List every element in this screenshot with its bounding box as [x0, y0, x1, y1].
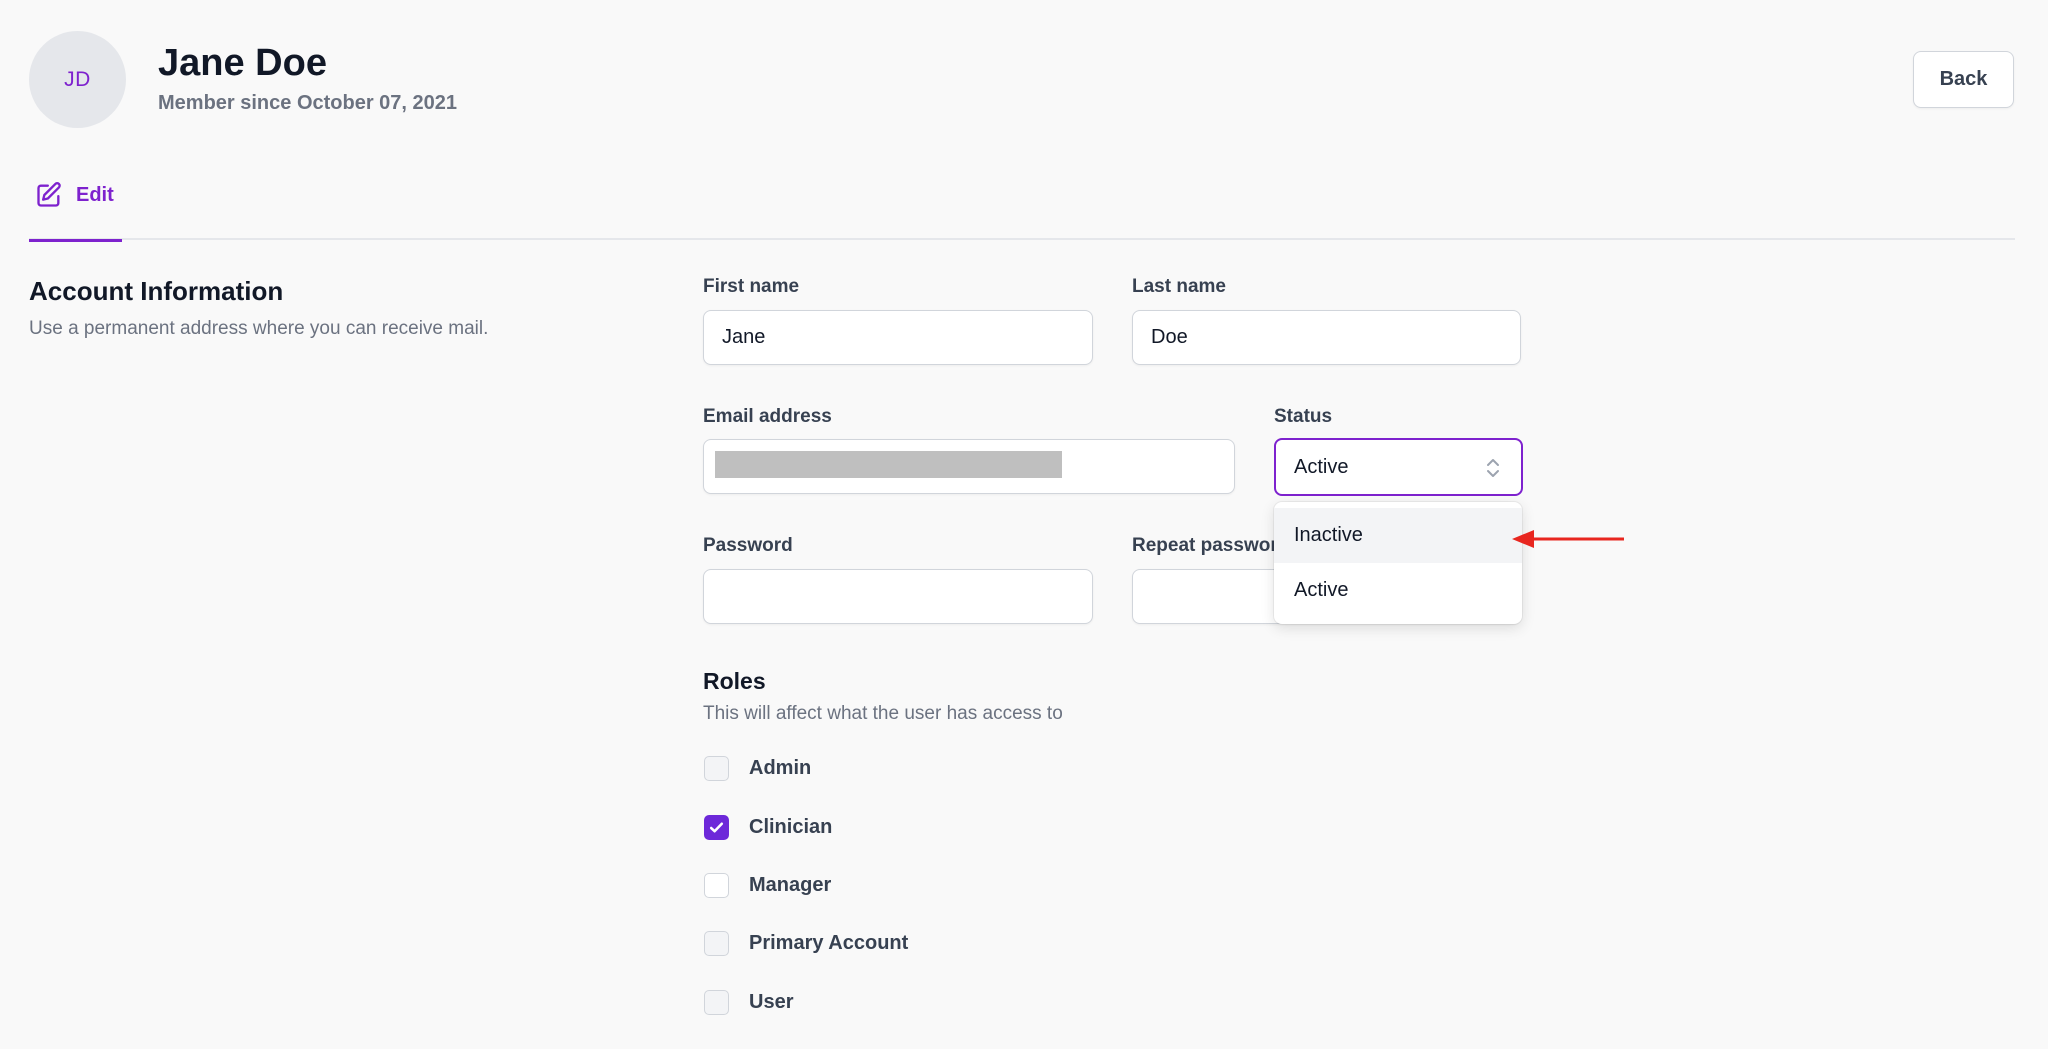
tab-edit[interactable]: Edit [29, 178, 122, 242]
avatar-initials: JD [64, 67, 91, 91]
member-since-text: Member since October 07, 2021 [158, 92, 458, 114]
status-option-active[interactable]: Active [1274, 563, 1522, 618]
role-clinician-checkbox[interactable] [704, 815, 729, 840]
roles-description: This will affect what the user has acces… [703, 703, 1063, 724]
user-edit-page: JD Jane Doe Member since October 07, 202… [0, 0, 2048, 1049]
role-primary-account[interactable]: Primary Account [704, 931, 908, 956]
pencil-square-icon [37, 182, 61, 207]
last-name-label: Last name [1132, 276, 1226, 297]
role-clinician[interactable]: Clinician [704, 815, 832, 840]
role-label: Clinician [749, 816, 833, 838]
email-label: Email address [703, 406, 832, 427]
status-select[interactable]: Active [1274, 438, 1523, 496]
repeat-password-label: Repeat password [1132, 535, 1290, 556]
tabs-divider [29, 238, 2015, 240]
status-selected-value: Active [1294, 455, 1349, 478]
annotation-arrow-icon [1512, 530, 1624, 548]
password-input[interactable] [703, 569, 1093, 624]
chevron-up-down-icon [1487, 459, 1499, 477]
section-title: Account Information [29, 276, 284, 306]
role-admin-checkbox[interactable] [704, 756, 729, 781]
password-label: Password [703, 535, 793, 556]
back-button[interactable]: Back [1913, 51, 2014, 108]
role-label: Admin [749, 757, 812, 779]
last-name-input[interactable] [1132, 310, 1521, 365]
first-name-input[interactable] [703, 310, 1093, 365]
status-label: Status [1274, 406, 1333, 427]
role-user[interactable]: User [704, 990, 793, 1015]
status-option-inactive[interactable]: Inactive [1274, 508, 1522, 563]
role-label: User [749, 991, 794, 1013]
role-user-checkbox[interactable] [704, 990, 729, 1015]
role-primary-account-checkbox[interactable] [704, 931, 729, 956]
role-label: Manager [749, 874, 832, 896]
avatar: JD [29, 31, 126, 128]
status-dropdown-menu: Inactive Active [1274, 502, 1522, 624]
first-name-label: First name [703, 276, 800, 297]
email-redaction [715, 451, 1062, 478]
page-title: Jane Doe [158, 42, 327, 84]
roles-title: Roles [703, 668, 766, 694]
role-manager[interactable]: Manager [704, 873, 831, 898]
section-description: Use a permanent address where you can re… [29, 318, 489, 339]
role-admin[interactable]: Admin [704, 756, 811, 781]
role-manager-checkbox[interactable] [704, 873, 729, 898]
check-icon [709, 822, 724, 833]
role-label: Primary Account [749, 932, 909, 954]
tab-edit-label: Edit [76, 184, 114, 206]
